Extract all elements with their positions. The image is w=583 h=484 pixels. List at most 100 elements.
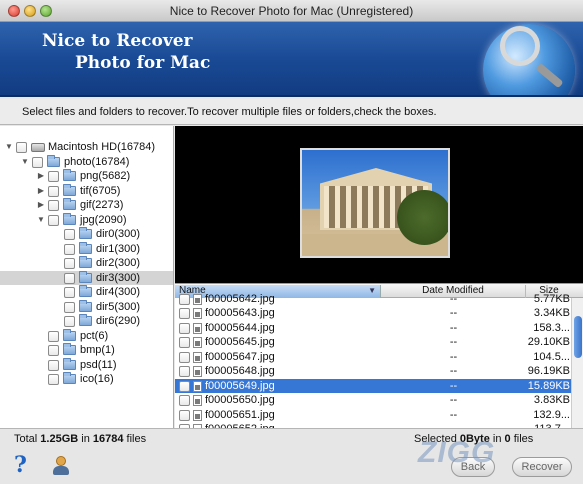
folder-icon <box>63 212 76 225</box>
file-row[interactable]: f00005643.jpg -- 3.34KB <box>175 306 571 321</box>
back-button[interactable]: Back <box>451 457 495 477</box>
file-row-checkbox[interactable] <box>179 293 190 305</box>
tree-item-checkbox[interactable] <box>64 301 75 313</box>
tree-item[interactable]: bmp(1) <box>0 343 173 357</box>
jpg-file-icon <box>193 351 202 363</box>
file-date: -- <box>449 394 458 406</box>
tree-item[interactable]: ▼ photo(16784) <box>0 154 173 169</box>
tree-item[interactable]: dir0(300) <box>0 227 173 241</box>
scrollbar-thumb[interactable] <box>574 316 582 358</box>
file-row[interactable]: f00005642.jpg -- 5.77KB <box>175 292 571 307</box>
file-row[interactable]: f00005650.jpg -- 3.83KB <box>175 393 571 408</box>
folder-icon <box>79 285 92 297</box>
file-name: f00005650.jpg <box>205 394 275 406</box>
tree-item[interactable]: ▶ gif(2273) <box>0 198 173 212</box>
tree-item[interactable]: ▼ jpg(2090) <box>0 212 173 227</box>
file-name: f00005644.jpg <box>205 321 275 334</box>
file-row[interactable]: f00005651.jpg -- 132.9... <box>175 408 571 423</box>
file-row-checkbox[interactable] <box>179 395 190 406</box>
tree-item-checkbox[interactable] <box>64 272 75 284</box>
file-size: 96.19KB <box>527 365 570 377</box>
file-list-scrollbar[interactable] <box>571 298 583 428</box>
tree-item-checkbox[interactable] <box>64 258 75 269</box>
jpg-file-icon <box>193 308 202 319</box>
tree-item-checkbox[interactable] <box>64 243 75 255</box>
tree-item[interactable]: dir2(300) <box>0 256 173 270</box>
tree-item[interactable]: dir1(300) <box>0 241 173 256</box>
tree-item[interactable]: ▼ Macintosh HD(16784) <box>0 140 173 154</box>
tree-item[interactable]: ico(16) <box>0 372 173 386</box>
jpg-file-icon <box>193 395 202 406</box>
tree-item-label: ico(16) <box>80 373 114 385</box>
tree-item-checkbox[interactable] <box>48 171 59 182</box>
folder-icon <box>79 227 92 239</box>
bottom-toolbar: ? Back Recover <box>0 448 583 484</box>
file-size: 132.9... <box>533 408 570 421</box>
tree-item-label: jpg(2090) <box>80 213 127 226</box>
disclosure-expanded-icon[interactable]: ▼ <box>4 140 14 154</box>
file-row-checkbox[interactable] <box>179 409 190 421</box>
folder-tree[interactable]: ▼ Macintosh HD(16784) ▼ photo(16784) ▶ png(56… <box>0 126 174 428</box>
file-row[interactable]: f00005645.jpg -- 29.10KB <box>175 335 571 350</box>
tree-item[interactable]: dir5(300) <box>0 299 173 314</box>
tree-item[interactable]: ▶ png(5682) <box>0 169 173 183</box>
tree-item-checkbox[interactable] <box>48 214 59 226</box>
total-size: 1.25GB <box>40 433 79 445</box>
help-icon[interactable]: ? <box>14 453 34 477</box>
file-list[interactable]: Name ▼ Date Modified Size f00005642.jpg -… <box>175 283 583 428</box>
tree-item-checkbox[interactable] <box>64 229 75 240</box>
file-row-checkbox[interactable] <box>179 366 190 377</box>
tree-item[interactable]: dir6(290) <box>0 314 173 328</box>
file-name: f00005642.jpg <box>205 292 275 305</box>
magnifier-icon <box>500 26 540 66</box>
tree-item-checkbox[interactable] <box>48 185 59 197</box>
file-size: 15.89KB <box>527 379 570 392</box>
instruction-text: Select files and folders to recover.To r… <box>0 99 583 125</box>
file-name: f00005645.jpg <box>205 336 275 348</box>
file-row[interactable]: f00005648.jpg -- 96.19KB <box>175 364 571 379</box>
tree-item-checkbox[interactable] <box>16 142 27 153</box>
file-row-checkbox[interactable] <box>179 308 190 319</box>
file-size: 29.10KB <box>527 336 570 348</box>
disclosure-expanded-icon[interactable]: ▼ <box>20 155 30 169</box>
file-row-checkbox[interactable] <box>179 351 190 363</box>
tree-item-checkbox[interactable] <box>48 330 59 342</box>
jpg-file-icon <box>193 409 202 421</box>
tree-item-checkbox[interactable] <box>48 374 59 385</box>
file-row-checkbox[interactable] <box>179 337 190 348</box>
total-count: 16784 <box>92 433 124 445</box>
folder-icon <box>63 169 76 181</box>
disclosure-collapsed-icon[interactable]: ▶ <box>36 169 46 183</box>
file-row-checkbox[interactable] <box>179 322 190 334</box>
recover-button[interactable]: Recover <box>512 457 572 477</box>
tree-item-checkbox[interactable] <box>64 316 75 327</box>
user-account-icon[interactable] <box>52 456 70 476</box>
tree-item[interactable]: dir4(300) <box>0 285 173 299</box>
tree-item-label: photo(16784) <box>64 155 130 168</box>
file-row-checkbox[interactable] <box>179 380 190 392</box>
tree-item[interactable]: pct(6) <box>0 328 173 343</box>
tree-item-checkbox[interactable] <box>64 287 75 298</box>
tree-item-label: dir6(290) <box>96 315 141 327</box>
file-size: 104.5... <box>533 350 570 363</box>
file-row[interactable]: f00005649.jpg -- 15.89KB <box>175 378 571 393</box>
disclosure-expanded-icon[interactable]: ▼ <box>36 213 46 227</box>
disclosure-collapsed-icon[interactable]: ▶ <box>36 184 46 198</box>
file-row[interactable]: f00005647.jpg -- 104.5... <box>175 350 571 365</box>
disclosure-collapsed-icon[interactable]: ▶ <box>36 198 46 212</box>
tree-item-checkbox[interactable] <box>48 359 59 371</box>
tree-item-checkbox[interactable] <box>48 345 59 356</box>
jpg-file-icon <box>193 380 202 392</box>
tree-item-checkbox[interactable] <box>32 156 43 168</box>
banner-title-line1: Nice to Recover <box>42 31 193 51</box>
tree-item[interactable]: dir3(300) <box>0 270 173 285</box>
total-status: Total 1.25GB in 16784 files <box>14 433 146 445</box>
folder-icon <box>79 270 92 283</box>
tree-item[interactable]: psd(11) <box>0 357 173 372</box>
tree-item-checkbox[interactable] <box>48 200 59 211</box>
file-row[interactable]: f00005644.jpg -- 158.3... <box>175 321 571 336</box>
tree-item[interactable]: ▶ tif(6705) <box>0 183 173 198</box>
file-date: -- <box>449 336 458 348</box>
tree-item-label: dir3(300) <box>96 271 141 284</box>
user-head-shape <box>56 456 66 466</box>
